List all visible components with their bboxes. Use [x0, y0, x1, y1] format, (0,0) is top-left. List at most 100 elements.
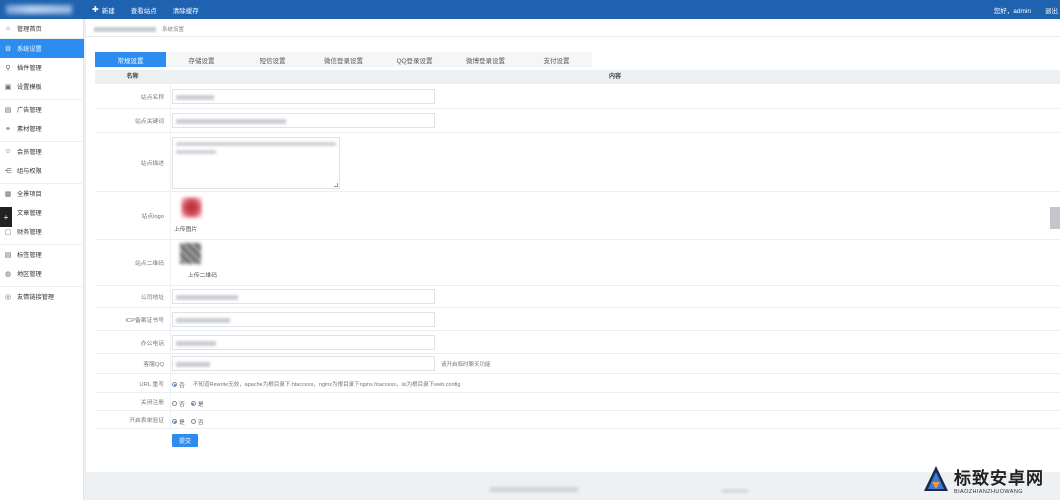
tab-qq-login[interactable]: QQ登录设置: [379, 52, 450, 67]
upload-image-button[interactable]: 上传图片: [174, 224, 197, 233]
site-logo-label: 站点logo: [141, 214, 164, 220]
icp-field[interactable]: [172, 312, 435, 327]
settings-tabs: 常规设置 存储设置 短信设置 微信登录设置 QQ登录设置 微博登录设置 支付设置: [95, 52, 592, 67]
header-content: 内容: [608, 74, 621, 80]
sidebar-item-home[interactable]: ⌂ 管理首页: [0, 19, 84, 38]
sidebar-item-members[interactable]: ☺ 会员管理: [0, 142, 84, 161]
new-button[interactable]: ✚ 新建: [92, 5, 115, 15]
sidebar-item-groups[interactable]: ⋲ 组与权限: [0, 161, 84, 180]
column-divider: [170, 85, 171, 108]
column-divider: [170, 133, 171, 191]
breadcrumb: 系统设置: [94, 24, 184, 34]
no-register-option-yes[interactable]: 是: [190, 399, 204, 408]
table-row: 站点描述: [95, 133, 1060, 192]
office-phone-field[interactable]: [172, 335, 435, 350]
plus-icon: ✚: [92, 5, 99, 14]
tab-wechat-login[interactable]: 微信登录设置: [308, 52, 379, 67]
company-address-label: 公司地址: [140, 295, 164, 301]
radio-checked-icon: [172, 382, 177, 387]
captcha-option-no[interactable]: 否: [190, 417, 204, 426]
sidebar-item-panorama[interactable]: ▦ 全景项目: [0, 184, 84, 203]
column-divider: [170, 411, 171, 428]
globe-icon: ◍: [4, 270, 12, 278]
column-divider: [170, 374, 171, 392]
cs-qq-field[interactable]: [172, 356, 435, 371]
upload-qrcode-button[interactable]: 上传二维码: [188, 270, 217, 279]
tab-payment[interactable]: 支付设置: [521, 52, 592, 67]
column-divider: [170, 331, 171, 353]
sidebar-item-friend-links[interactable]: ◎ 友情链接管理: [0, 287, 84, 306]
plug-icon: ⚲: [5, 64, 11, 72]
sidebar-item-articles[interactable]: ▭文章管理: [0, 203, 84, 222]
footer-copyright: [490, 487, 578, 492]
qrcode-thumbnail: [180, 243, 201, 264]
table-row: 站点名称: [95, 85, 1060, 109]
footer-note: [722, 489, 748, 493]
radio-unchecked-icon: [190, 419, 196, 424]
radio-checked-icon: [190, 401, 196, 406]
tab-general[interactable]: 常规设置: [95, 52, 166, 67]
user-icon: ☺: [4, 148, 12, 155]
column-divider: [170, 109, 171, 132]
sidebar-item-ads[interactable]: ▤ 广告管理: [0, 100, 84, 119]
sidebar-item-materials[interactable]: ⚭ 素材管理: [0, 119, 84, 138]
redacted-value: [176, 142, 336, 146]
cs-qq-label: 客服QQ: [143, 362, 164, 368]
scrollbar-thumb[interactable]: [1050, 207, 1060, 229]
redacted-value: [176, 362, 210, 367]
no-register-option-no[interactable]: 否: [172, 399, 185, 408]
watermark-en: BIAOZHIANZHUOWANG: [954, 488, 1023, 495]
table-row: 站点logo 上传图片: [95, 192, 1060, 240]
home-icon: ⌂: [5, 25, 11, 32]
site-logo[interactable]: [6, 5, 72, 14]
tab-storage[interactable]: 存储设置: [166, 52, 237, 67]
sidebar-item-plugins[interactable]: ⚲ 插件管理: [0, 58, 84, 77]
captcha-option-yes[interactable]: 是: [172, 417, 185, 426]
icp-label: ICP备案证书号: [125, 317, 164, 324]
sidebar-toggle-icon[interactable]: +: [0, 207, 12, 227]
site-name-field[interactable]: [172, 89, 435, 104]
logout-link[interactable]: 退出: [1045, 5, 1058, 15]
captcha-label: 开启表单验证: [129, 418, 164, 424]
submit-button[interactable]: 提交: [172, 434, 198, 447]
resize-handle-icon[interactable]: [334, 183, 338, 187]
top-nav: ✚ 新建 查看站点 清除缓存: [92, 0, 215, 19]
url-rewrite-hint: 不知道Rewrite无效，apache为根目录下.htaccess，nginx为…: [193, 382, 461, 388]
site-name-label: 站点名称: [140, 95, 164, 101]
site-qrcode-label: 站点二维码: [135, 261, 164, 267]
greeting-text[interactable]: 您好，admin: [994, 5, 1031, 15]
link-circle-icon: ◎: [4, 293, 12, 301]
column-divider: [170, 308, 171, 330]
tab-sms[interactable]: 短信设置: [237, 52, 308, 67]
site-desc-textarea[interactable]: [172, 137, 340, 189]
sidebar-item-tags[interactable]: ▤ 标签管理: [0, 245, 84, 264]
no-register-label: 关闭注册: [140, 400, 164, 406]
sidebar-item-regions[interactable]: ◍ 地区管理: [0, 264, 84, 283]
watermark-logo-icon: [924, 466, 948, 491]
sidebar: ⌂ 管理首页 ⚙ 系统设置 ⚲ 插件管理 ▣ 设置模板 ▤ 广告管理 ⚭ 素材管理 ☺ 会员管…: [0, 19, 84, 500]
table-row: 开启表单验证 是 否: [95, 411, 1060, 429]
sidebar-item-finance[interactable]: ▢ 财务管理: [0, 222, 84, 241]
clear-cache-link[interactable]: 清除缓存: [173, 5, 199, 15]
column-divider: [170, 393, 171, 410]
tab-weibo-login[interactable]: 微博登录设置: [450, 52, 521, 67]
divider: [86, 36, 1060, 37]
site-keywords-field[interactable]: [172, 113, 435, 128]
redacted-value: [176, 150, 216, 154]
tag-icon: ▤: [4, 251, 12, 259]
sidebar-item-templates[interactable]: ▣ 设置模板: [0, 77, 84, 96]
view-site-link[interactable]: 查看站点: [131, 5, 157, 15]
breadcrumb-parent[interactable]: [94, 26, 156, 32]
company-address-field[interactable]: [172, 289, 435, 304]
radio-checked-icon: [172, 419, 177, 424]
redacted-value: [176, 295, 238, 300]
site-keywords-label: 站点关键词: [135, 119, 164, 125]
url-rewrite-option-no[interactable]: 否: [172, 380, 185, 389]
watermark-text: 标致安卓网 BIAOZHIANZHUOWANG: [954, 464, 1044, 495]
column-divider: [170, 192, 171, 239]
sidebar-item-system-settings[interactable]: ⚙ 系统设置: [0, 39, 84, 58]
url-rewrite-label: URL 重写: [139, 381, 164, 388]
table-row: 站点二维码 上传二维码: [95, 240, 1060, 286]
office-phone-label: 办公电话: [140, 340, 164, 347]
wallet-icon: ▢: [4, 228, 12, 236]
